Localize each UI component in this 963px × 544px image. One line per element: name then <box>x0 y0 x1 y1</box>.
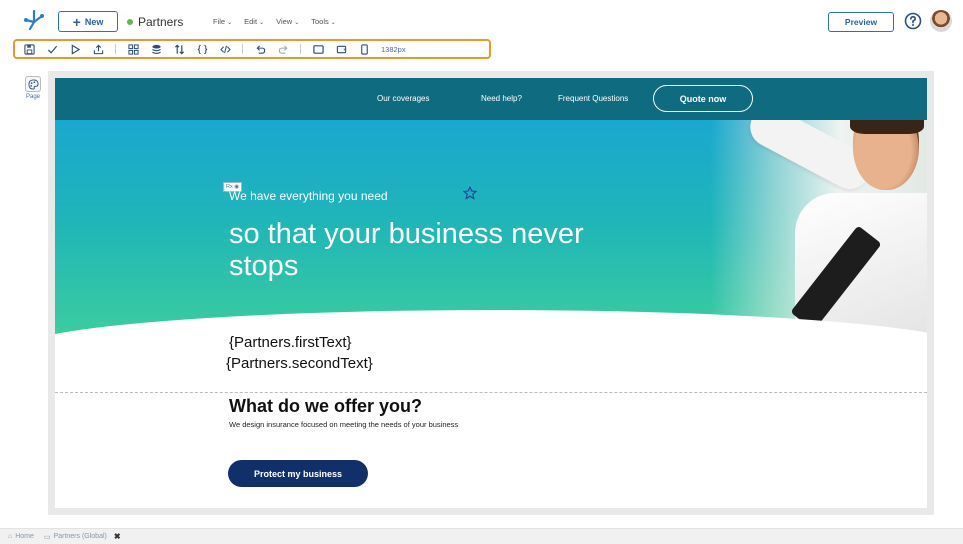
close-icon[interactable]: ✖ <box>114 532 121 541</box>
hero-subtitle[interactable]: We have everything you need <box>229 189 388 203</box>
tab-partners-label: Partners (Global) <box>53 533 107 540</box>
menu-view-label: View <box>276 17 293 26</box>
new-button[interactable]: + New <box>58 11 118 32</box>
user-avatar[interactable] <box>930 10 952 32</box>
save-icon[interactable] <box>23 43 35 55</box>
offer-title[interactable]: What do we offer you? <box>229 396 422 417</box>
hero-wave-highlight <box>55 323 695 383</box>
status-dot <box>127 19 133 25</box>
offer-description[interactable]: We design insurance focused on meeting t… <box>229 420 458 429</box>
redo-icon[interactable] <box>277 43 289 55</box>
play-icon[interactable] <box>69 43 81 55</box>
section-divider <box>55 392 927 393</box>
menu-file[interactable]: File ⌄ <box>213 17 232 26</box>
nav-link-faq[interactable]: Frequent Questions <box>558 94 628 103</box>
canvas-width-readout: 1382px <box>381 44 406 54</box>
menu-edit[interactable]: Edit ⌄ <box>244 17 264 26</box>
bottom-tab-bar: ⌂ Home ▭ Partners (Global) ✖ <box>0 528 963 544</box>
braces-icon[interactable] <box>196 43 208 55</box>
question-circle-icon[interactable] <box>904 12 922 30</box>
tab-home[interactable]: ⌂ Home <box>8 533 34 540</box>
menu-bar: File ⌄ Edit ⌄ View ⌄ Tools ⌄ <box>213 17 336 26</box>
quote-now-button[interactable]: Quote now <box>653 85 753 112</box>
menu-tools[interactable]: Tools ⌄ <box>311 17 336 26</box>
code-icon[interactable] <box>219 43 231 55</box>
tab-partners[interactable]: ▭ Partners (Global) ✖ <box>44 532 121 541</box>
palette-icon <box>25 76 41 92</box>
chevron-down-icon: ⌄ <box>227 20 233 26</box>
new-button-label: New <box>84 16 104 27</box>
toolbar-separator <box>115 44 116 54</box>
menu-edit-label: Edit <box>244 17 258 26</box>
mobile-view-icon[interactable] <box>358 43 370 55</box>
chevron-down-icon: ⌄ <box>259 20 265 26</box>
page-tool-label: Page <box>25 94 40 100</box>
check-icon[interactable] <box>46 43 58 55</box>
star-icon[interactable] <box>463 186 477 200</box>
editor-toolbar: 1382px <box>13 39 491 59</box>
dynamic-text-second[interactable]: {Partners.secondText} <box>226 355 373 372</box>
desktop-view-icon[interactable] <box>312 43 324 55</box>
tablet-view-icon[interactable] <box>335 43 347 55</box>
app-name: Partners <box>127 15 183 29</box>
nav-link-help[interactable]: Need help? <box>481 94 522 103</box>
menu-view[interactable]: View ⌄ <box>276 17 299 26</box>
app-name-label: Partners <box>138 15 184 29</box>
page-properties-tool[interactable]: Page <box>22 76 44 104</box>
preview-button[interactable]: Preview <box>828 12 894 32</box>
chevron-down-icon: ⌄ <box>294 20 300 26</box>
nav-link-coverages[interactable]: Our coverages <box>377 94 429 103</box>
undo-icon[interactable] <box>254 43 266 55</box>
toolbar-separator <box>242 44 243 54</box>
menu-tools-label: Tools <box>311 17 329 26</box>
page-canvas[interactable]: Our coverages Need help? Frequent Questi… <box>55 78 927 508</box>
page-icon: ▭ <box>43 533 51 541</box>
plus-icon: + <box>72 13 81 30</box>
hero-title[interactable]: so that your business never stops <box>229 218 609 282</box>
export-icon[interactable] <box>92 43 104 55</box>
toolbar-separator <box>300 44 301 54</box>
top-bar: + New Partners File ⌄ Edit ⌄ View ⌄ Tools ⌄ … <box>0 0 963 40</box>
components-icon[interactable] <box>127 43 139 55</box>
menu-file-label: File <box>213 17 226 26</box>
home-icon: ⌂ <box>8 533 13 540</box>
chevron-down-icon: ⌄ <box>330 20 336 26</box>
protect-business-button[interactable]: Protect my business <box>228 460 368 487</box>
layers-icon[interactable] <box>150 43 162 55</box>
app-logo-icon[interactable] <box>22 9 46 31</box>
sort-icon[interactable] <box>173 43 185 55</box>
dynamic-text-first[interactable]: {Partners.firstText} <box>229 334 352 351</box>
tab-home-label: Home <box>15 533 34 540</box>
